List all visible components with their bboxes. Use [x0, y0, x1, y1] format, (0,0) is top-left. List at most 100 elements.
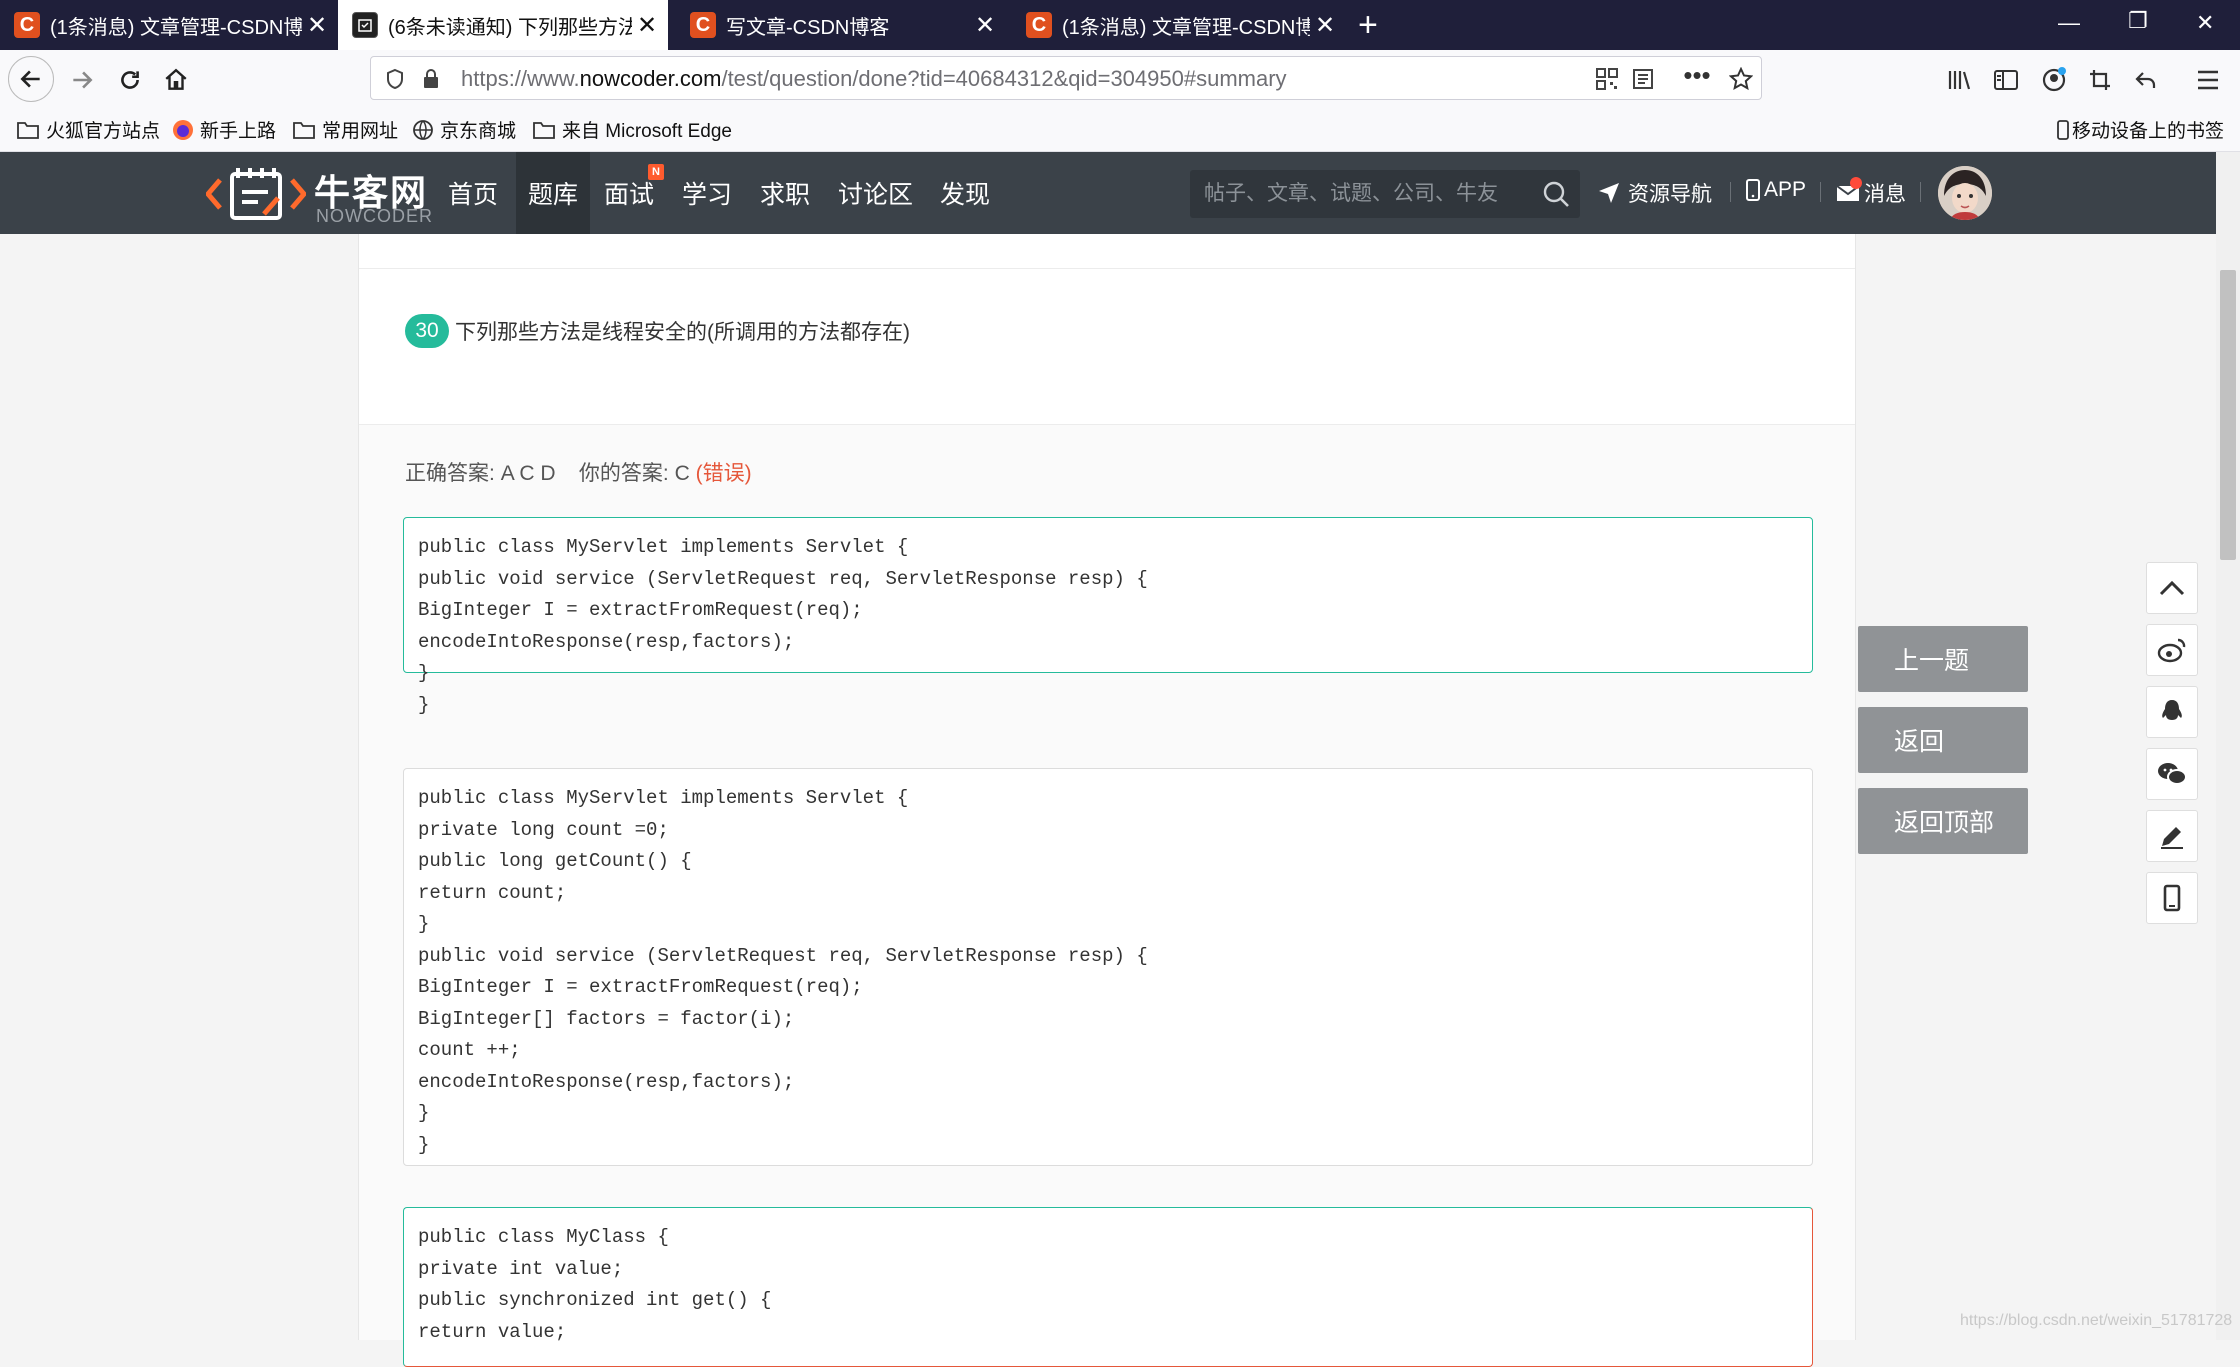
nav-label: 学习: [682, 181, 733, 209]
url-text[interactable]: https://www.nowcoder.com/test/question/d…: [461, 66, 1287, 92]
bookmark-label: 火狐官方站点: [46, 121, 161, 142]
url-suffix: /test/question/done?tid=40684312&qid=304…: [721, 66, 1287, 91]
user-avatar[interactable]: [1938, 166, 1992, 220]
bookmark-item[interactable]: 京东商城: [412, 116, 516, 143]
account-icon[interactable]: [2038, 64, 2070, 96]
hamburger-menu-icon[interactable]: [2192, 64, 2224, 96]
code-line: }: [418, 913, 430, 935]
folder-icon: [532, 120, 556, 140]
minimize-icon[interactable]: —: [2058, 10, 2080, 36]
site-search: [1190, 170, 1580, 218]
watermark-text: https://blog.csdn.net/weixin_51781728: [1960, 1312, 2233, 1329]
firefox-icon: [172, 119, 194, 141]
lock-icon[interactable]: [417, 65, 445, 93]
library-icon[interactable]: [1944, 64, 1976, 96]
bookmark-item[interactable]: 火狐官方站点: [16, 116, 160, 143]
app-label: APP: [1764, 178, 1807, 201]
browser-toolbar: https://www.nowcoder.com/test/question/d…: [0, 50, 2240, 108]
url-bar[interactable]: https://www.nowcoder.com/test/question/d…: [370, 56, 1762, 100]
browser-tab-1[interactable]: C (1条消息) 文章管理-CSDN博客 ✕: [0, 0, 338, 50]
messages-link[interactable]: 消息: [1836, 177, 1906, 208]
more-actions-icon[interactable]: •••: [1683, 60, 1711, 90]
bookmark-item[interactable]: 新手上路: [172, 116, 276, 143]
code-line: return count;: [418, 881, 567, 904]
screenshot-icon[interactable]: [2084, 64, 2116, 96]
nav-label: 面试: [604, 181, 655, 209]
bookmark-star-icon[interactable]: [1727, 65, 1755, 93]
question-card: 30 下列那些方法是线程安全的(所调用的方法都存在) 正确答案: A C D 你…: [358, 234, 1856, 1367]
code-line: }: [418, 1133, 430, 1156]
tab-title: (6条未读通知) 下列那些方法是线程安全的: [388, 16, 632, 39]
mail-icon: [1836, 177, 1862, 203]
search-input[interactable]: [1202, 170, 1522, 218]
option-a[interactable]: public class MyServlet implements Servle…: [403, 517, 1813, 716]
code-line: }: [418, 662, 430, 684]
close-icon[interactable]: ✕: [632, 11, 662, 40]
shield-icon[interactable]: [381, 65, 409, 93]
nav-interview[interactable]: 面试 N: [604, 152, 664, 234]
close-icon[interactable]: ✕: [302, 11, 332, 40]
site-logo[interactable]: 牛客网 NOWCODER: [206, 162, 432, 226]
nowcoder-favicon-icon: [352, 12, 378, 38]
back-button[interactable]: 返回: [1858, 707, 2028, 773]
browser-tab-2[interactable]: (6条未读通知) 下列那些方法是线程安全的 ✕: [338, 0, 668, 50]
forward-icon[interactable]: [60, 58, 104, 102]
option-c[interactable]: public class MyClass { private int value…: [403, 1207, 1813, 1367]
home-icon[interactable]: [154, 58, 198, 102]
sidebar-icon[interactable]: [1990, 64, 2022, 96]
window-close-icon[interactable]: ✕: [2196, 10, 2214, 36]
back-to-top-button[interactable]: 返回顶部: [1858, 788, 2028, 854]
qq-icon[interactable]: [2146, 686, 2198, 738]
browser-tab-3[interactable]: C 写文章-CSDN博客 ✕: [676, 0, 1006, 50]
prev-question-button[interactable]: 上一题: [1858, 626, 2028, 692]
close-icon[interactable]: ✕: [1310, 11, 1340, 40]
bookmark-label: 常用网址: [322, 121, 399, 142]
csdn-favicon-icon: C: [1026, 12, 1052, 38]
nav-discussion[interactable]: 讨论区: [838, 152, 918, 234]
nav-home[interactable]: 首页: [448, 152, 508, 234]
browser-tab-4[interactable]: C (1条消息) 文章管理-CSDN博客 ✕: [1012, 0, 1346, 50]
weibo-icon[interactable]: [2146, 624, 2198, 676]
mobile-icon[interactable]: [2146, 872, 2198, 924]
nav-jobs[interactable]: 求职: [760, 152, 820, 234]
resources-link[interactable]: 资源导航: [1598, 178, 1712, 208]
scrollbar-thumb[interactable]: [2220, 270, 2236, 560]
csdn-favicon-icon: C: [690, 12, 716, 38]
search-icon[interactable]: [1542, 180, 1570, 213]
code-line: private long count =0;: [418, 818, 669, 841]
restore-icon[interactable]: ❐: [2128, 8, 2148, 34]
undo-icon[interactable]: [2130, 64, 2162, 96]
nav-label: 讨论区: [838, 181, 914, 209]
page-scrollbar[interactable]: [2216, 152, 2240, 1340]
back-icon[interactable]: [8, 56, 54, 102]
new-tab-icon[interactable]: +: [1358, 6, 1378, 45]
edit-icon[interactable]: [2146, 810, 2198, 862]
question-number-badge: 30: [405, 314, 449, 348]
bookmark-item[interactable]: 常用网址: [292, 116, 398, 143]
nav-study[interactable]: 学习: [682, 152, 742, 234]
scroll-up-icon[interactable]: [2146, 562, 2198, 614]
qrcode-icon[interactable]: [1593, 65, 1621, 93]
header-divider: [1820, 182, 1821, 202]
wechat-icon[interactable]: [2146, 748, 2198, 800]
button-label: 返回: [1894, 728, 1945, 756]
nowcoder-logo-icon: [206, 168, 306, 220]
code-line: encodeIntoResponse(resp,factors);: [418, 1070, 795, 1093]
option-b[interactable]: public class MyServlet implements Servle…: [403, 768, 1813, 1166]
nav-discover[interactable]: 发现: [940, 152, 1000, 234]
url-prefix: https://www.: [461, 66, 580, 91]
mobile-device-icon: [2056, 119, 2070, 141]
nav-question-bank[interactable]: 题库: [516, 152, 590, 234]
bookmark-item[interactable]: 来自 Microsoft Edge: [532, 116, 732, 143]
app-link[interactable]: APP: [1746, 178, 1806, 202]
bookmark-label: 新手上路: [200, 121, 277, 142]
divider: [359, 268, 1855, 269]
code-line: private int value;: [418, 1257, 624, 1280]
mobile-bookmarks[interactable]: 移动设备上的书签: [2056, 116, 2224, 143]
reload-icon[interactable]: [108, 58, 152, 102]
tab-title: (1条消息) 文章管理-CSDN博客: [1062, 16, 1310, 39]
code-line: return value;: [418, 1320, 567, 1343]
reader-view-icon[interactable]: [1629, 65, 1657, 93]
close-icon[interactable]: ✕: [970, 11, 1000, 40]
folder-icon: [292, 120, 316, 140]
